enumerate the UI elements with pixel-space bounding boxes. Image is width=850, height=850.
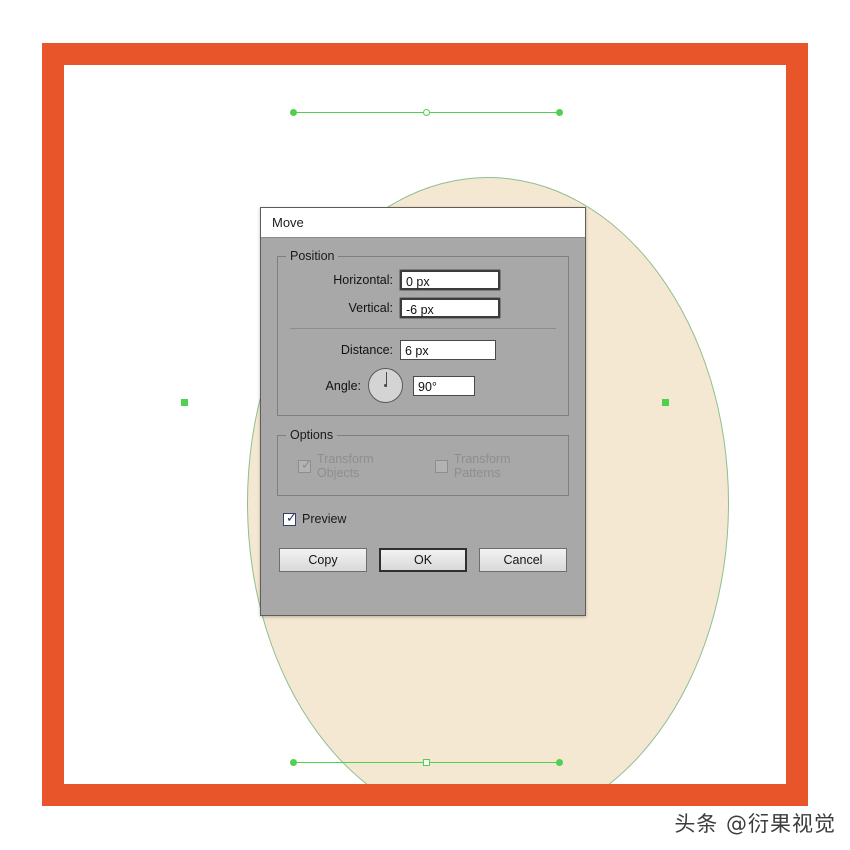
copy-button[interactable]: Copy bbox=[279, 548, 367, 572]
dialog-body: Position Horizontal: 0 px Vertical: -6 p… bbox=[261, 238, 585, 572]
transform-patterns-checkbox[interactable] bbox=[435, 459, 449, 473]
transform-objects-checkbox[interactable]: ✓ bbox=[298, 457, 312, 473]
ok-button[interactable]: OK bbox=[379, 548, 467, 572]
checkmark-icon: ✓ bbox=[286, 510, 297, 526]
position-divider bbox=[290, 328, 556, 329]
horizontal-field-row: Horizontal: 0 px bbox=[288, 270, 558, 290]
preview-checkbox[interactable]: ✓ bbox=[283, 510, 297, 526]
watermark-text: 头条 @衍果视觉 bbox=[674, 812, 836, 836]
angle-label: Angle: bbox=[325, 378, 361, 393]
angle-input[interactable]: 90° bbox=[413, 375, 475, 396]
preview-label: Preview bbox=[302, 512, 347, 526]
angle-dial-hub bbox=[384, 384, 387, 387]
distance-input[interactable]: 6 px bbox=[400, 340, 496, 360]
horizontal-input[interactable]: 0 px bbox=[400, 270, 500, 290]
distance-label: Distance: bbox=[340, 343, 393, 357]
anchor-point-left[interactable] bbox=[181, 399, 188, 406]
vertical-input[interactable]: -6 px bbox=[400, 298, 500, 318]
distance-field-row: Distance: 6 px bbox=[288, 340, 558, 360]
options-group-legend: Options bbox=[286, 428, 338, 442]
cancel-button[interactable]: Cancel bbox=[479, 548, 567, 572]
preview-checkbox-row[interactable]: ✓ Preview bbox=[283, 512, 569, 526]
checkmark-icon: ✓ bbox=[301, 457, 312, 473]
transform-objects-checkbox-row[interactable]: ✓ Transform Objects bbox=[298, 452, 413, 480]
transform-patterns-label: Transform Patterns bbox=[454, 452, 511, 480]
options-group: Options ✓ Transform Objects Transform Pa… bbox=[277, 428, 569, 496]
vertical-field-row: Vertical: -6 px bbox=[288, 298, 558, 318]
dialog-button-row: Copy OK Cancel bbox=[277, 548, 569, 572]
dialog-title: Move bbox=[272, 215, 304, 230]
vertical-label: Vertical: bbox=[348, 301, 393, 315]
anchor-point-top[interactable] bbox=[423, 109, 430, 116]
angle-dial-icon[interactable] bbox=[368, 368, 403, 403]
handle-endpoint-top-left[interactable] bbox=[290, 109, 297, 116]
transform-objects-label: Transform Objects bbox=[317, 452, 374, 480]
angle-field-row: Angle: 90° bbox=[288, 368, 558, 403]
dialog-titlebar[interactable]: Move bbox=[261, 208, 585, 238]
illustrator-canvas-window: Move Position Horizontal: 0 px Vertical:… bbox=[0, 0, 850, 850]
position-group-legend: Position bbox=[286, 249, 339, 263]
position-group: Position Horizontal: 0 px Vertical: -6 p… bbox=[277, 249, 569, 416]
options-inner: ✓ Transform Objects Transform Patterns bbox=[288, 449, 558, 483]
move-dialog[interactable]: Move Position Horizontal: 0 px Vertical:… bbox=[260, 207, 586, 616]
horizontal-label: Horizontal: bbox=[333, 273, 393, 287]
handle-bar-top bbox=[293, 112, 559, 113]
handle-endpoint-top-right[interactable] bbox=[556, 109, 563, 116]
transform-patterns-checkbox-row[interactable]: Transform Patterns bbox=[435, 452, 554, 480]
handle-endpoint-bottom-left[interactable] bbox=[290, 759, 297, 766]
